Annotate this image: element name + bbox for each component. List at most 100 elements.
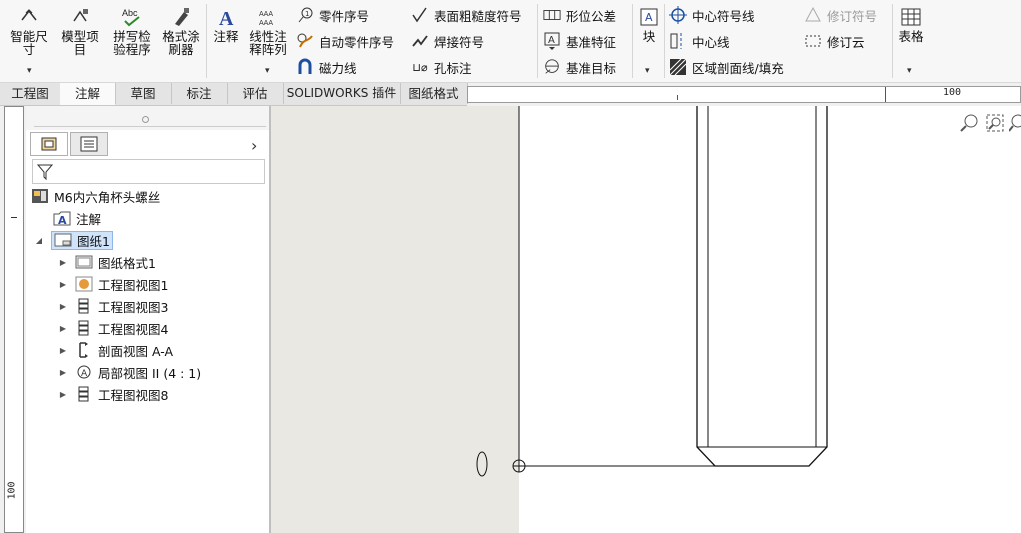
datum-target-icon xyxy=(543,58,561,76)
table-button[interactable]: 表格 xyxy=(896,6,926,43)
tab-sketch[interactable]: 草图 xyxy=(115,83,172,104)
model-items-button[interactable]: 模型项 目 xyxy=(57,6,103,56)
note-label: 注释 xyxy=(213,29,239,44)
command-manager-ribbon: 智能尺 寸 ▾ 模型项 目 Abc 拼写检 验程序 格式涂 刷器 A 注释 AA… xyxy=(0,0,1021,83)
datum-feature-button[interactable]: A 基准特征 xyxy=(543,31,616,51)
surface-finish-icon xyxy=(411,6,429,24)
tree-root-document[interactable]: M6内六角杯头螺丝 xyxy=(31,186,160,206)
tree-item-label: 图纸格式1 xyxy=(98,255,156,271)
revision-symbol-button[interactable]: 修订符号 xyxy=(804,5,877,25)
magnetic-line-button[interactable]: 磁力线 xyxy=(296,57,357,77)
center-mark-label: 中心符号线 xyxy=(692,8,755,24)
tab-markup[interactable]: 标注 xyxy=(171,83,228,104)
tree-item-view[interactable]: ▶ 剖面视图 A-A xyxy=(57,340,173,360)
hole-callout-label: 孔标注 xyxy=(434,60,472,76)
balloon-button[interactable]: 1 零件序号 xyxy=(296,5,369,25)
spell-check-button[interactable]: Abc 拼写检 验程序 xyxy=(108,6,156,56)
tree-item-view[interactable]: ▶ 工程图视图1 xyxy=(57,274,168,294)
chevron-down-icon[interactable]: ▾ xyxy=(645,66,650,76)
svg-text:A: A xyxy=(645,11,653,24)
ribbon-separator xyxy=(537,4,538,78)
drawing-sheet-canvas[interactable] xyxy=(271,106,1021,533)
tab-annotation[interactable]: 注解 xyxy=(60,83,116,105)
tree-item-label: 工程图视图8 xyxy=(98,387,169,403)
expand-arrow-icon[interactable]: ▶ xyxy=(57,302,69,311)
revision-cloud-button[interactable]: 修订云 xyxy=(804,31,865,51)
center-mark-button[interactable]: 中心符号线 xyxy=(669,5,755,25)
datum-feature-icon: A xyxy=(543,32,561,50)
expand-arrow-icon[interactable]: ▶ xyxy=(57,346,69,355)
format-painter-button[interactable]: 格式涂 刷器 xyxy=(158,6,204,56)
datum-target-button[interactable]: 基准目标 xyxy=(543,57,616,77)
tree-item-view[interactable]: ▶ A 局部视图 II (4 : 1) xyxy=(57,362,201,382)
zoom-to-area-icon[interactable] xyxy=(985,113,1005,133)
view-icon xyxy=(75,320,93,336)
hole-callout-button[interactable]: ⊔⌀ 孔标注 xyxy=(411,57,472,77)
tree-item-sheet[interactable]: ◢ 图纸1 xyxy=(33,230,113,250)
hole-callout-icon: ⊔⌀ xyxy=(412,60,428,74)
panel-grip[interactable] xyxy=(26,106,269,130)
chevron-down-icon[interactable]: ▾ xyxy=(27,66,32,76)
ruler-label: 100 xyxy=(943,87,962,98)
centerline-button[interactable]: 中心线 xyxy=(669,31,730,51)
weld-symbol-button[interactable]: 焊接符号 xyxy=(411,31,484,51)
spell-check-label: 拼写检 验程序 xyxy=(113,29,151,57)
tree-item-view[interactable]: ▶ 工程图视图8 xyxy=(57,384,168,404)
linear-note-pattern-label: 线性注 释阵列 xyxy=(249,29,287,57)
property-manager-tab[interactable] xyxy=(70,132,108,156)
expand-arrow-icon[interactable]: ▶ xyxy=(57,390,69,399)
sheet-icon xyxy=(54,232,72,248)
ellipse-entity xyxy=(476,451,488,477)
gtol-button[interactable]: 形位公差 xyxy=(543,5,616,25)
area-hatch-icon xyxy=(669,58,687,76)
svg-text:A: A xyxy=(58,214,67,226)
tree-item-view[interactable]: ▶ 工程图视图3 xyxy=(57,296,168,316)
tree-item-view[interactable]: ▶ 工程图视图4 xyxy=(57,318,168,338)
surface-finish-label: 表面粗糙度符号 xyxy=(434,8,522,24)
chevron-down-icon[interactable]: ▾ xyxy=(265,66,270,76)
note-icon: A xyxy=(219,8,234,28)
auto-balloon-icon xyxy=(296,32,314,50)
model-items-icon xyxy=(73,9,88,22)
format-painter-label: 格式涂 刷器 xyxy=(162,29,200,57)
expand-arrow-icon[interactable]: ▶ xyxy=(57,280,69,289)
tree-item-label: 工程图视图1 xyxy=(98,277,169,293)
smart-dimension-button[interactable]: 智能尺 寸 xyxy=(6,6,52,56)
tab-solidworks-addins[interactable]: SOLIDWORKS 插件 xyxy=(283,83,401,104)
collapse-arrow-icon[interactable]: ◢ xyxy=(33,236,45,245)
tab-drawing[interactable]: 工程图 xyxy=(0,83,61,104)
tab-sheet-format[interactable]: 图纸格式 xyxy=(400,83,468,104)
sheet-format-icon xyxy=(75,254,93,270)
previous-view-icon[interactable] xyxy=(1009,113,1021,133)
grip-dot-icon xyxy=(142,116,149,123)
svg-text:AAA: AAA xyxy=(259,11,273,18)
svg-text:1: 1 xyxy=(305,10,309,18)
tree-item-annotations[interactable]: A 注解 xyxy=(53,208,101,228)
zoom-to-fit-icon[interactable] xyxy=(959,113,979,133)
view-icon xyxy=(75,298,93,314)
chevron-right-icon[interactable]: › xyxy=(251,136,257,155)
tree-item-view[interactable]: ▶ 图纸格式1 xyxy=(57,252,156,272)
feature-manager-tab[interactable] xyxy=(30,132,68,156)
chevron-down-icon[interactable]: ▾ xyxy=(907,66,912,76)
tree-filter-field[interactable] xyxy=(32,159,265,184)
note-button[interactable]: A 注释 xyxy=(210,6,242,43)
datum-target-label: 基准目标 xyxy=(566,60,617,76)
revision-cloud-label: 修订云 xyxy=(827,34,865,50)
linear-note-pattern-button[interactable]: AAA AAA 线性注 释阵列 xyxy=(246,6,290,56)
tree-item-label: 局部视图 II (4 : 1) xyxy=(98,365,202,381)
revision-symbol-label: 修订符号 xyxy=(827,8,878,24)
ruler-tick xyxy=(11,217,17,218)
area-hatch-button[interactable]: 区域剖面线/填充 xyxy=(669,57,784,77)
block-button[interactable]: A 块 xyxy=(637,6,661,43)
surface-finish-button[interactable]: 表面粗糙度符号 xyxy=(411,5,522,25)
tab-evaluate[interactable]: 评估 xyxy=(227,83,284,104)
expand-arrow-icon[interactable]: ▶ xyxy=(57,258,69,267)
expand-arrow-icon[interactable]: ▶ xyxy=(57,368,69,377)
auto-balloon-button[interactable]: 自动零件序号 xyxy=(296,31,394,51)
horizontal-ruler: 100 xyxy=(467,86,1021,103)
command-manager-tabs: 工程图 注解 草图 标注 评估 SOLIDWORKS 插件 图纸格式 xyxy=(0,83,468,106)
tree-root-label: M6内六角杯头螺丝 xyxy=(54,189,161,205)
expand-arrow-icon[interactable]: ▶ xyxy=(57,324,69,333)
drawing-sheet xyxy=(519,106,1021,533)
